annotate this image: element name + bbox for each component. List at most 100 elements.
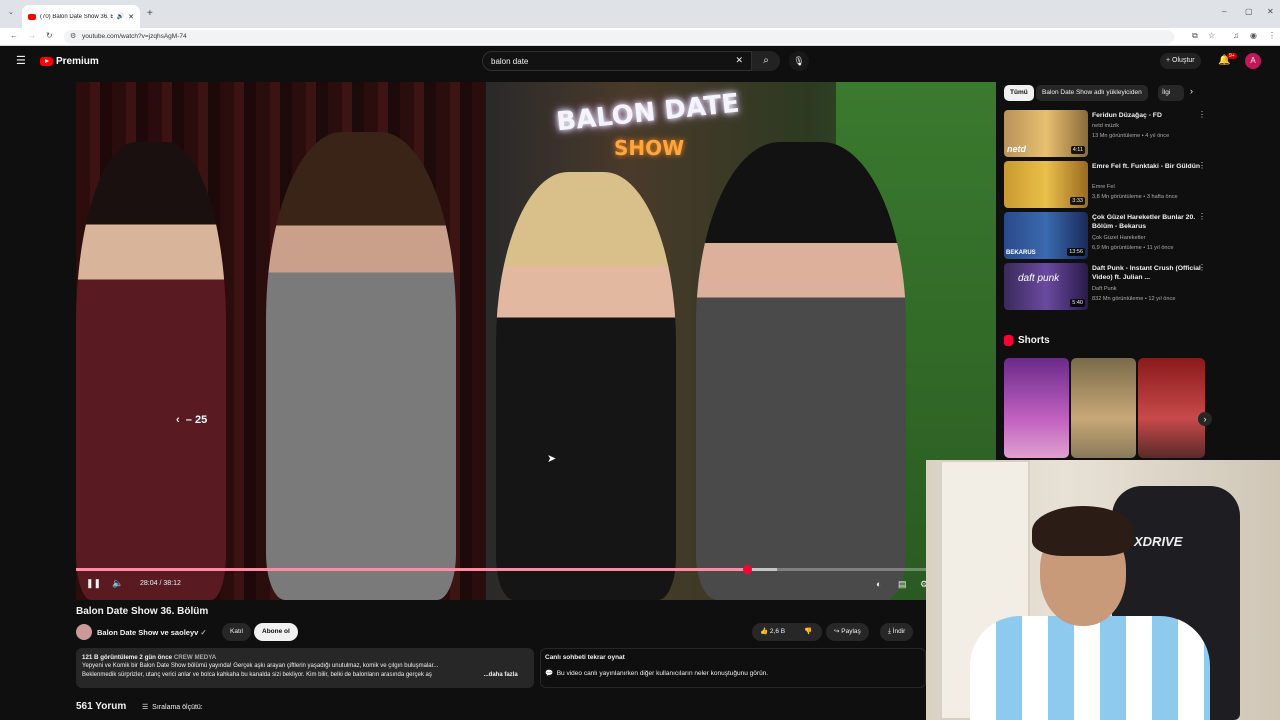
person-grey-outfit xyxy=(266,132,456,600)
rewind-seconds: 25 xyxy=(194,414,208,426)
youtube-header: ☰ Premium balon date ✕ ⌕ 🎙 + Oluştur 🔔 9… xyxy=(0,47,1280,77)
dislike-button[interactable]: 👎 xyxy=(798,623,822,641)
clear-search-icon[interactable]: ✕ xyxy=(735,55,743,66)
shorts-next-icon[interactable]: › xyxy=(1198,412,1212,426)
more-options-icon[interactable]: ⋮ xyxy=(1198,161,1206,170)
channel-avatar[interactable] xyxy=(76,624,92,640)
install-icon[interactable]: ⧉ xyxy=(1192,31,1198,41)
minimize-icon[interactable]: – xyxy=(1222,7,1226,16)
more-options-icon[interactable]: ⋮ xyxy=(1198,263,1206,272)
chat-replay-box[interactable]: Canlı sohbeti tekrar oynat 💬 Bu video ca… xyxy=(540,648,926,688)
logo-text: Premium xyxy=(56,56,99,67)
media-icon[interactable]: ♫ xyxy=(1233,31,1239,40)
more-options-icon[interactable]: ⋮ xyxy=(1198,212,1206,221)
video-thumbnail[interactable]: BEKARUS 13:56 xyxy=(1004,212,1088,259)
description-box[interactable]: 121 B görüntüleme 2 gün önce CREW MEDYA … xyxy=(76,648,534,688)
profile-icon[interactable]: ◉ xyxy=(1250,31,1257,40)
search-value: balon date xyxy=(491,57,529,66)
chip-from-uploader[interactable]: Balon Date Show adlı yükleyiciden xyxy=(1036,85,1148,101)
chevron-right-icon[interactable]: › xyxy=(1190,86,1193,96)
sort-icon: ☰ xyxy=(142,704,149,711)
person-grey-dress xyxy=(696,142,906,600)
close-tab-icon[interactable]: ✕ xyxy=(128,13,134,21)
video-player[interactable]: BALON DATE SHOW ‹ – 25 xyxy=(76,82,996,600)
close-window-icon[interactable]: ✕ xyxy=(1267,7,1274,16)
download-button[interactable]: ⤓ İndir xyxy=(880,623,914,641)
chip-related[interactable]: İlgi xyxy=(1158,85,1184,101)
person-red-dress xyxy=(76,142,226,600)
url-text: youtube.com/watch?v=jzqhsAgM-74 xyxy=(82,33,187,40)
subscribe-button[interactable]: Abone ol xyxy=(254,623,298,641)
bookmark-star-icon[interactable]: ☆ xyxy=(1208,31,1215,40)
recommendation-item[interactable]: BEKARUS 13:56 Çok Güzel Hareketler Bunla… xyxy=(1004,212,1214,260)
like-count: 2,6 B xyxy=(769,628,786,635)
video-title: Balon Date Show 36. Bölüm xyxy=(76,606,209,617)
site-info-icon[interactable]: ⚙ xyxy=(70,32,76,40)
search-button[interactable]: ⌕ xyxy=(752,51,780,71)
buffered-bar xyxy=(76,568,778,571)
join-button[interactable]: Katıl xyxy=(222,623,252,641)
thumbnail-logo-text: BEKARUS xyxy=(1006,250,1036,256)
subtitles-icon[interactable]: ▤ xyxy=(898,579,907,590)
channel-name-text: Balon Date Show ve saoleyv xyxy=(97,628,199,637)
progress-bar[interactable] xyxy=(76,565,926,574)
sort-button[interactable]: ☰ Sıralama ölçütü: xyxy=(142,703,203,711)
channel-name: Emre Fel xyxy=(1092,184,1115,190)
filter-chips: Tümü Balon Date Show adlı yükleyiciden İ… xyxy=(1004,84,1204,102)
mouse-cursor-icon: ➤ xyxy=(547,453,557,465)
streamer-hair xyxy=(1032,506,1134,556)
url-field[interactable]: ⚙ youtube.com/watch?v=jzqhsAgM-74 xyxy=(64,30,1174,44)
short-thumbnail[interactable] xyxy=(1004,358,1069,458)
shorts-icon xyxy=(1004,335,1013,346)
person-black-dress xyxy=(496,172,676,600)
chip-all[interactable]: Tümü xyxy=(1004,85,1034,101)
search-input[interactable]: balon date ✕ xyxy=(482,51,752,71)
thumbs-up-icon: 👍 xyxy=(760,628,769,635)
channel-name: Daft Punk xyxy=(1092,286,1117,292)
channel-row: Balon Date Show ve saoleyv ✓ Katıl Abone… xyxy=(76,622,926,642)
browser-tab-title: (70) Balon Date Show 36. B xyxy=(40,13,113,20)
recommendation-item[interactable]: daft punk 5:40 Daft Punk - Instant Crush… xyxy=(1004,263,1214,311)
views-and-date: 121 B görüntüleme 2 gün önce xyxy=(82,654,173,661)
browser-menu-icon[interactable]: ⋮ xyxy=(1268,31,1276,40)
short-thumbnail[interactable] xyxy=(1138,358,1205,458)
youtube-premium-logo[interactable]: Premium xyxy=(40,56,99,67)
comment-count: 561 Yorum xyxy=(76,701,127,712)
reload-icon[interactable]: ↻ xyxy=(46,31,53,40)
account-avatar[interactable]: A xyxy=(1245,53,1261,69)
video-title: Daft Punk - Instant Crush (Official Vide… xyxy=(1092,265,1201,281)
forward-icon[interactable]: → xyxy=(28,31,36,40)
streamer-jersey xyxy=(970,616,1210,720)
short-thumbnail[interactable] xyxy=(1071,358,1136,458)
recommendation-item[interactable]: 3:33 Emre Fel ft. Funktaki - Bir Güldün … xyxy=(1004,161,1214,209)
channel-name[interactable]: Balon Date Show ve saoleyv ✓ xyxy=(97,628,207,637)
shorts-title: Shorts xyxy=(1018,335,1050,346)
microphone-icon: 🎙 xyxy=(793,56,805,66)
recommendation-item[interactable]: netd 4:11 Feridun Düzağaç - FD netd müzi… xyxy=(1004,110,1214,158)
autoplay-toggle-icon[interactable]: ◐ xyxy=(876,579,881,589)
video-thumbnail[interactable]: 3:33 xyxy=(1004,161,1088,208)
create-button[interactable]: + Oluştur xyxy=(1160,53,1201,69)
voice-search-button[interactable]: 🎙 xyxy=(789,51,809,71)
video-thumbnail[interactable]: daft punk 5:40 xyxy=(1004,263,1088,310)
youtube-favicon-icon xyxy=(28,13,36,20)
video-title: Feridun Düzağaç - FD xyxy=(1092,112,1162,119)
tab-list-icon[interactable]: ⌄ xyxy=(8,8,14,16)
time-display: 28:04 / 38:12 xyxy=(140,580,181,587)
new-tab-icon[interactable]: + xyxy=(147,8,153,19)
more-options-icon[interactable]: ⋮ xyxy=(1198,110,1206,119)
maximize-icon[interactable]: ▢ xyxy=(1245,7,1253,16)
browser-tab[interactable]: (70) Balon Date Show 36. B 🔊 ✕ xyxy=(22,5,140,28)
share-button[interactable]: ↪ Paylaş xyxy=(826,623,869,641)
hamburger-menu-icon[interactable]: ☰ xyxy=(16,54,26,67)
share-label: Paylaş xyxy=(841,628,861,635)
volume-icon[interactable]: 🔈 xyxy=(112,578,123,589)
scrubber-handle[interactable] xyxy=(742,565,752,574)
back-icon[interactable]: ← xyxy=(10,31,18,40)
video-duration: 13:56 xyxy=(1067,248,1085,256)
show-more-link[interactable]: ...daha fazla xyxy=(484,672,518,678)
browser-tab-bar: ⌄ (70) Balon Date Show 36. B 🔊 ✕ + – ▢ ✕ xyxy=(0,0,1280,28)
video-thumbnail[interactable]: netd 4:11 xyxy=(1004,110,1088,157)
speaker-icon[interactable]: 🔊 xyxy=(117,13,124,20)
pause-icon[interactable]: ❚❚ xyxy=(86,578,101,589)
